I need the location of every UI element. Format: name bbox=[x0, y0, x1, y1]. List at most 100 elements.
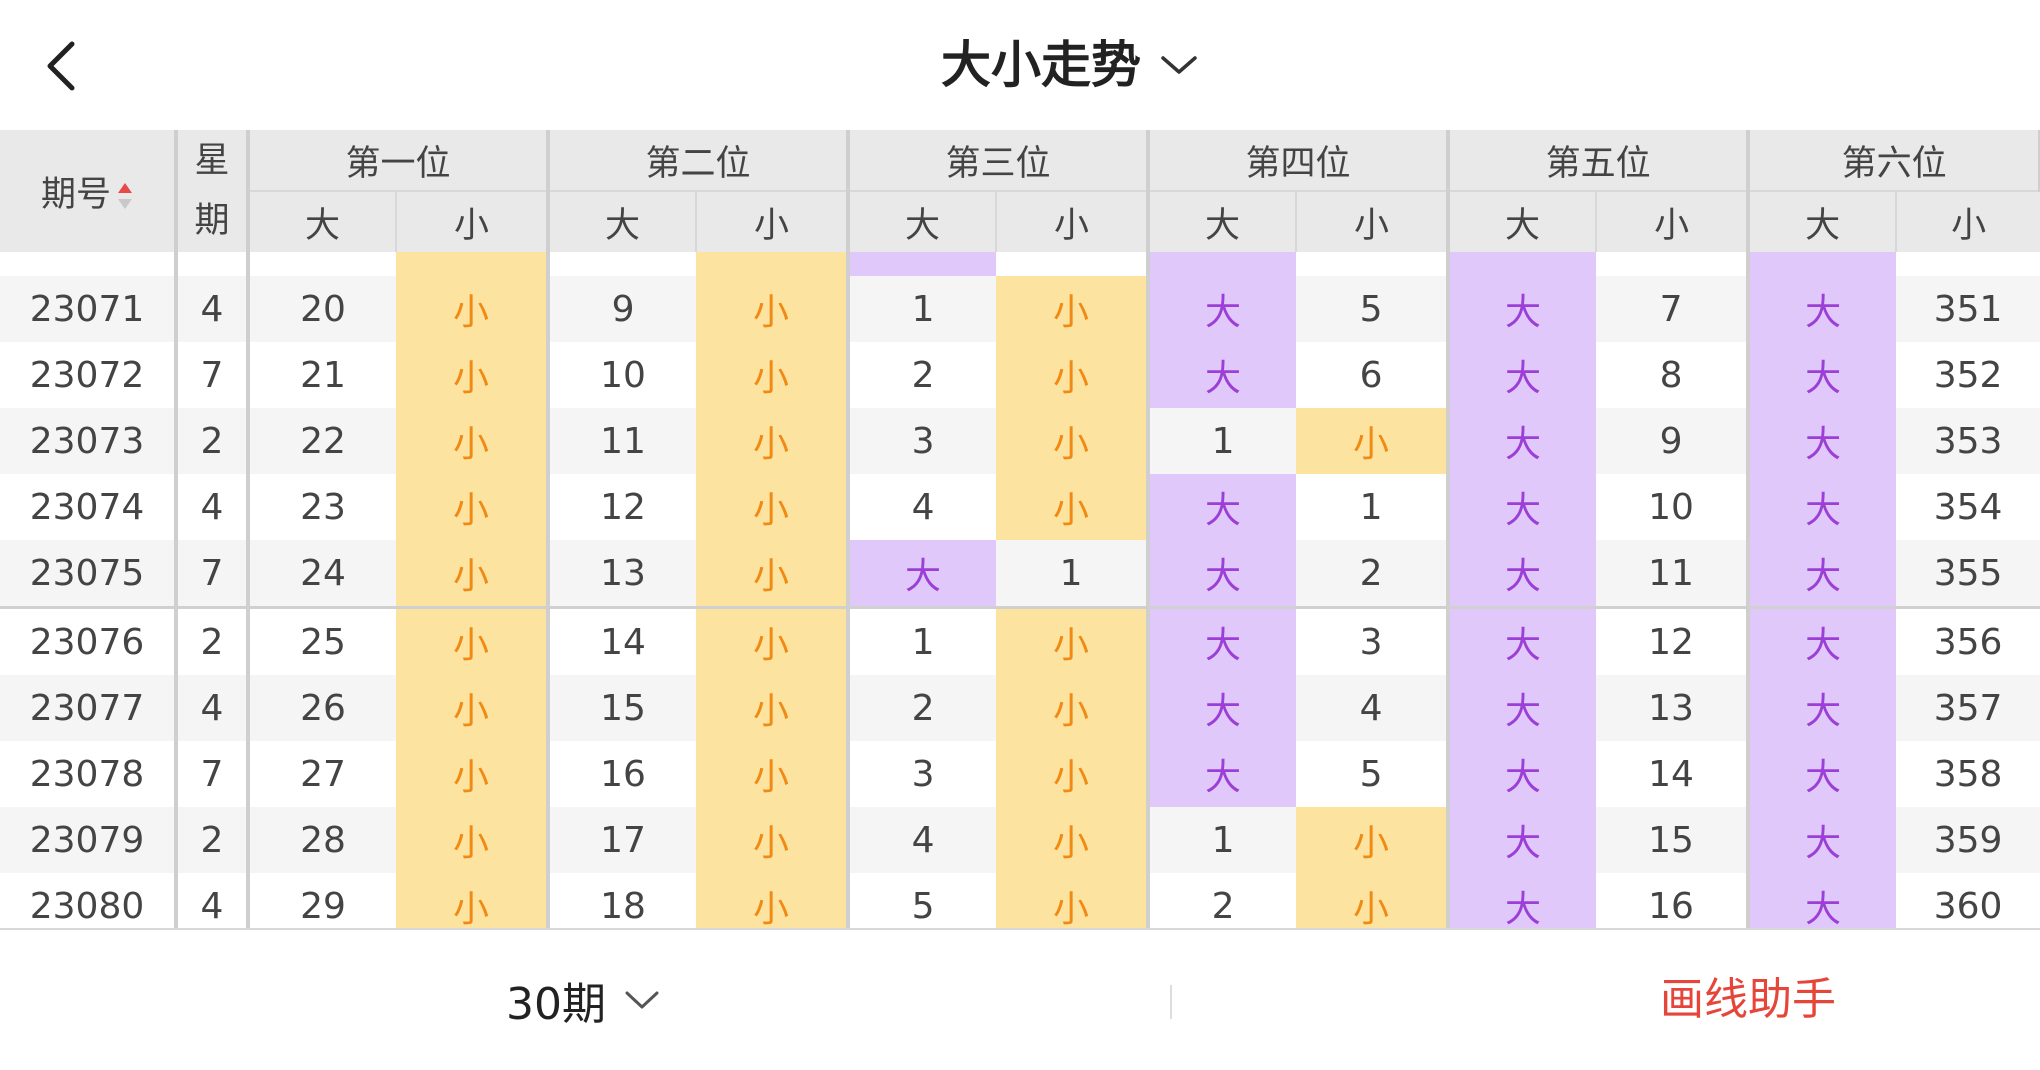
big-cell: 大 bbox=[1448, 540, 1597, 608]
small-cell: 10 bbox=[1596, 474, 1751, 540]
big-cell: 大 bbox=[848, 540, 997, 608]
position-header-2: 第二位 bbox=[548, 130, 851, 192]
small-cell: 16 bbox=[1596, 873, 1751, 928]
small-cell: 小 bbox=[996, 675, 1151, 741]
small-subheader: 小 bbox=[696, 191, 851, 252]
table-row: 23072 7 21 小 10 小 2 小大 6 大 8 大 352 bbox=[0, 342, 2040, 408]
small-cell: 356 bbox=[1896, 606, 2040, 675]
period-cell: 23073 bbox=[0, 408, 178, 474]
small-cell: 352 bbox=[1896, 342, 2040, 408]
small-subheader: 小 bbox=[996, 191, 1151, 252]
small-subheader: 小 bbox=[1596, 191, 1751, 252]
big-cell: 大 bbox=[1748, 807, 1897, 873]
big-cell: 大 bbox=[1448, 276, 1597, 342]
small-cell: 358 bbox=[1896, 741, 2040, 807]
big-subheader: 大 bbox=[548, 191, 698, 252]
big-cell: 20 bbox=[248, 276, 396, 342]
big-cell: 22 bbox=[248, 408, 396, 474]
table-row: 23079 2 28 小 17 小 4 小 1 小大 15 大 359 bbox=[0, 807, 2040, 873]
small-cell: 小 bbox=[396, 741, 551, 807]
week-cell: 2 bbox=[176, 606, 250, 675]
small-cell: 357 bbox=[1896, 675, 2040, 741]
small-cell: 小 bbox=[996, 873, 1151, 928]
cell bbox=[696, 252, 851, 276]
big-cell: 大 bbox=[1448, 408, 1597, 474]
small-cell: 5 bbox=[1296, 741, 1451, 807]
week-cell: 4 bbox=[176, 873, 250, 928]
big-cell: 大 bbox=[1748, 408, 1897, 474]
small-cell: 小 bbox=[696, 873, 851, 928]
big-cell: 12 bbox=[548, 474, 697, 540]
big-cell: 29 bbox=[248, 873, 396, 928]
big-cell: 大 bbox=[1748, 873, 1897, 928]
cell bbox=[548, 252, 697, 276]
cell bbox=[996, 252, 1151, 276]
position-header-4: 第四位 bbox=[1148, 130, 1451, 192]
small-cell: 小 bbox=[1296, 873, 1451, 928]
table-row: 23075 7 24 小 13 小大 1 大 2 大 11 大 355 bbox=[0, 540, 2040, 608]
big-cell: 13 bbox=[548, 540, 697, 608]
position-header-5: 第五位 bbox=[1448, 130, 1751, 192]
draw-helper-button[interactable]: 画线助手 bbox=[1660, 970, 1836, 1030]
trend-table-body: 23071 4 20 小 9 小 1 小大 5 大 7 大 351 23072 7 21 小 10 小 2 小大 6 大 8 大… bbox=[0, 252, 2040, 928]
small-cell: 12 bbox=[1596, 606, 1751, 675]
big-cell: 大 bbox=[1148, 606, 1297, 675]
small-cell: 351 bbox=[1896, 276, 2040, 342]
small-cell: 小 bbox=[696, 741, 851, 807]
small-cell: 小 bbox=[396, 873, 551, 928]
cell bbox=[1296, 252, 1451, 276]
period-cell: 23076 bbox=[0, 606, 178, 675]
position-header-6: 第六位 bbox=[1748, 130, 2040, 192]
week-cell: 2 bbox=[176, 807, 250, 873]
period-cell: 23072 bbox=[0, 342, 178, 408]
period-count-label: 30期 bbox=[506, 979, 606, 1030]
big-cell: 2 bbox=[848, 342, 997, 408]
table-row: 23078 7 27 小 16 小 3 小大 5 大 14 大 358 bbox=[0, 741, 2040, 807]
small-cell: 359 bbox=[1896, 807, 2040, 873]
period-cell: 23077 bbox=[0, 675, 178, 741]
week-cell: 4 bbox=[176, 675, 250, 741]
small-cell: 7 bbox=[1596, 276, 1751, 342]
chevron-down-icon bbox=[1161, 56, 1197, 74]
big-subheader: 大 bbox=[1148, 191, 1298, 252]
week-cell: 7 bbox=[176, 741, 250, 807]
small-cell: 小 bbox=[696, 342, 851, 408]
big-cell: 16 bbox=[548, 741, 697, 807]
small-cell: 小 bbox=[1296, 807, 1451, 873]
cell bbox=[848, 252, 997, 276]
page-title: 大小走势 bbox=[941, 36, 1141, 94]
trend-table-container[interactable]: 期号 星期 第一位 第二位 第三位 第四位 第五位 第六位 大 小 大 小 大 … bbox=[0, 130, 2040, 928]
table-row: 23071 4 20 小 9 小 1 小大 5 大 7 大 351 bbox=[0, 276, 2040, 342]
cell bbox=[1896, 252, 2040, 276]
big-cell: 4 bbox=[848, 474, 997, 540]
table-row: 23073 2 22 小 11 小 3 小 1 小大 9 大 353 bbox=[0, 408, 2040, 474]
small-cell: 1 bbox=[1296, 474, 1451, 540]
big-cell: 3 bbox=[848, 408, 997, 474]
big-cell: 18 bbox=[548, 873, 697, 928]
small-cell: 小 bbox=[396, 540, 551, 608]
small-cell: 14 bbox=[1596, 741, 1751, 807]
period-column-header[interactable]: 期号 bbox=[0, 130, 178, 252]
big-cell: 2 bbox=[1148, 873, 1297, 928]
period-count-selector[interactable]: 30期 bbox=[506, 970, 660, 1030]
cell bbox=[1148, 252, 1297, 276]
week-column-header: 星期 bbox=[176, 130, 250, 252]
small-cell: 9 bbox=[1596, 408, 1751, 474]
small-cell: 小 bbox=[696, 807, 851, 873]
big-cell: 大 bbox=[1148, 540, 1297, 608]
small-cell: 小 bbox=[396, 342, 551, 408]
big-cell: 5 bbox=[848, 873, 997, 928]
footer-divider bbox=[1170, 985, 1172, 1019]
small-cell: 小 bbox=[396, 675, 551, 741]
big-cell: 大 bbox=[1448, 807, 1597, 873]
big-cell: 1 bbox=[848, 276, 997, 342]
big-cell: 15 bbox=[548, 675, 697, 741]
big-cell: 大 bbox=[1148, 342, 1297, 408]
chart-type-selector[interactable]: 大小走势 bbox=[941, 30, 1199, 100]
small-cell: 小 bbox=[696, 408, 851, 474]
small-cell: 小 bbox=[996, 741, 1151, 807]
week-cell: 4 bbox=[176, 276, 250, 342]
trend-table: 期号 星期 第一位 第二位 第三位 第四位 第五位 第六位 大 小 大 小 大 … bbox=[0, 130, 2040, 928]
small-cell: 小 bbox=[996, 408, 1151, 474]
big-cell: 24 bbox=[248, 540, 396, 608]
